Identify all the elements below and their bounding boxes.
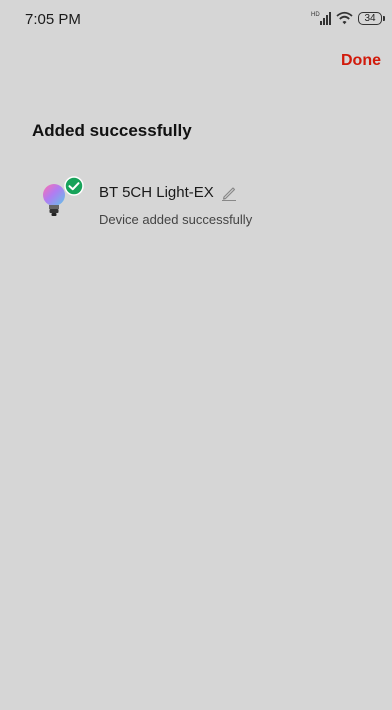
pencil-icon[interactable] xyxy=(221,185,237,201)
page-title: Added successfully xyxy=(32,121,192,140)
status-bar: 7:05 PM HD 34 xyxy=(0,0,392,36)
svg-text:HD: HD xyxy=(311,12,320,18)
check-badge-icon xyxy=(64,176,84,196)
device-status: Device added successfully xyxy=(99,212,253,227)
done-button[interactable]: Done xyxy=(341,52,381,70)
wifi-icon xyxy=(336,11,353,25)
status-icons: HD 34 xyxy=(311,10,385,26)
signal-icon: HD xyxy=(311,12,331,25)
battery-icon: 34 xyxy=(358,11,385,25)
bulb-icon xyxy=(43,176,84,216)
device-name: BT 5CH Light-EX xyxy=(99,184,214,201)
device-list-item[interactable]: BT 5CH Light-EX Device added successfull… xyxy=(40,176,360,232)
device-name-row: BT 5CH Light-EX xyxy=(99,184,237,201)
status-time: 7:05 PM xyxy=(25,11,81,28)
